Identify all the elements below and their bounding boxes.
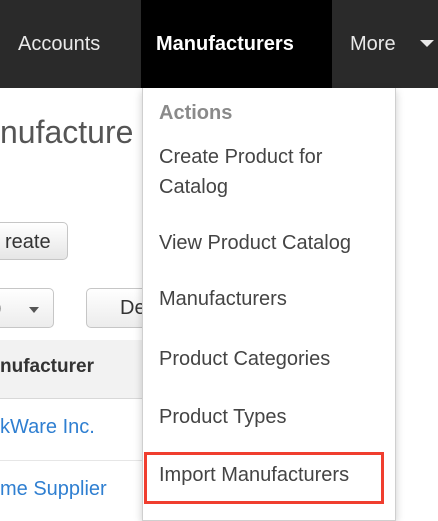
menu-item-product-categories[interactable]: Product Categories [159, 344, 330, 374]
menu-item-create-product-for-catalog[interactable]: Create Product for Catalog [159, 142, 379, 202]
nav-manufacturers[interactable]: Manufacturers [141, 0, 332, 88]
nav-more[interactable]: More [350, 0, 396, 88]
select-value: ) [0, 297, 2, 320]
chevron-down-icon[interactable] [420, 40, 434, 47]
filter-select[interactable]: ) [0, 288, 54, 328]
page-title: nufacture [0, 114, 134, 150]
manufacturer-link[interactable]: kWare Inc. [0, 416, 95, 439]
nav-accounts[interactable]: Accounts [18, 0, 100, 88]
menu-item-manufacturers[interactable]: Manufacturers [159, 284, 287, 314]
menu-item-product-types[interactable]: Product Types [159, 402, 286, 432]
menu-item-view-product-catalog[interactable]: View Product Catalog [159, 228, 351, 258]
chevron-down-icon [29, 307, 39, 313]
dropdown-header: Actions [159, 102, 233, 124]
manufacturer-link[interactable]: me Supplier [0, 478, 107, 501]
highlight-box [144, 452, 384, 504]
create-button[interactable]: reate [0, 222, 68, 260]
top-navigation: Accounts Manufacturers More [0, 0, 438, 88]
manufacturer-column-header[interactable]: nufacturer [0, 356, 94, 378]
create-button-label: reate [5, 231, 51, 253]
